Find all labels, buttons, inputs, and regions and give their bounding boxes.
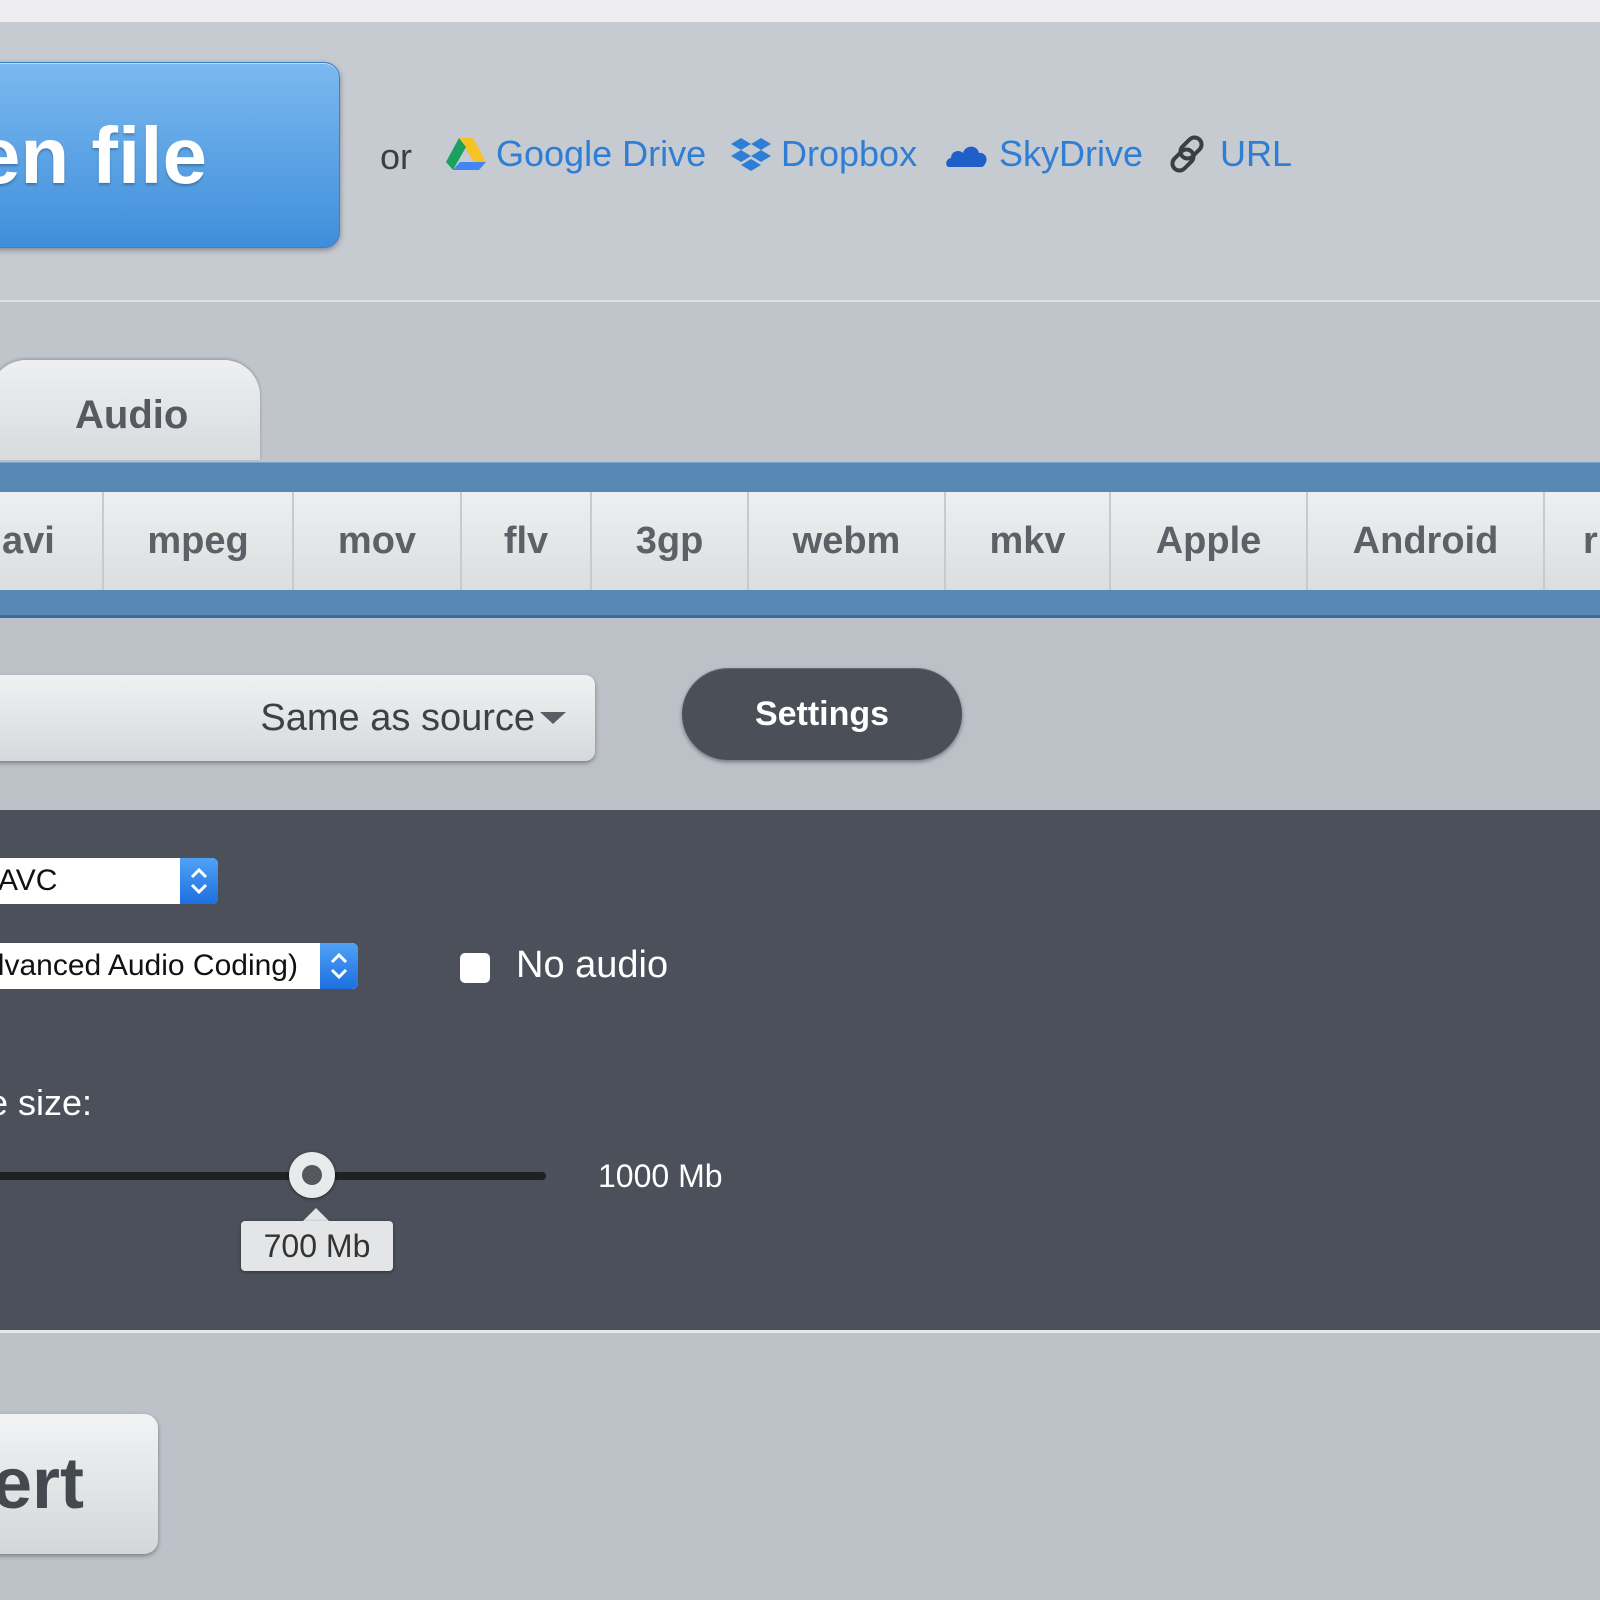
skydrive-icon [946,146,987,167]
audio-codec-value: lvanced Audio Coding) [0,949,298,982]
skydrive-link[interactable]: SkyDrive [945,132,1143,176]
format-3gp[interactable]: 3gp [592,492,749,590]
resolution-select[interactable]: Same as source [0,675,595,761]
no-audio-checkbox[interactable] [460,953,490,983]
google-drive-link[interactable]: Google Drive [446,132,706,176]
window-top-strip [0,0,1600,22]
video-codec-value: AVC [0,864,58,897]
format-mov[interactable]: mov [294,492,462,590]
format-apple[interactable]: Apple [1111,492,1308,590]
format-android[interactable]: Android [1308,492,1545,590]
tab-audio[interactable]: Audio [0,360,260,460]
no-audio-label[interactable]: No audio [516,944,668,987]
format-mkv[interactable]: mkv [946,492,1111,590]
audio-codec-select[interactable]: lvanced Audio Coding) [0,943,358,989]
file-size-max-label: 1000 Mb [598,1158,723,1194]
select-stepper-icon [320,943,358,989]
format-flv[interactable]: flv [462,492,592,590]
file-size-slider-track[interactable] [0,1172,546,1180]
link-icon [1170,135,1204,173]
or-label: or [380,136,413,177]
dropbox-link[interactable]: Dropbox [731,132,917,176]
video-codec-select[interactable]: AVC [0,858,218,904]
file-size-value: 700 Mb [241,1221,393,1271]
file-size-slider-thumb[interactable] [289,1152,335,1198]
url-link[interactable]: URL [1170,132,1292,176]
convert-button[interactable]: ert [0,1414,158,1554]
chevron-down-icon [540,712,566,724]
format-more[interactable]: r [1545,492,1600,590]
slider-tooltip-arrow [302,1208,330,1222]
format-bar: avi mpeg mov flv 3gp webm mkv Apple Andr… [0,492,1600,590]
google-drive-icon [446,138,486,170]
select-stepper-icon [180,858,218,904]
advanced-settings-panel [0,810,1600,1333]
skydrive-label: SkyDrive [999,133,1144,174]
dropbox-label: Dropbox [781,133,918,174]
convert-band [0,1333,1600,1600]
dropbox-icon [731,138,771,171]
format-webm[interactable]: webm [749,492,946,590]
google-drive-label: Google Drive [496,133,707,174]
format-avi[interactable]: avi [0,492,104,590]
open-file-button[interactable]: en file [0,62,340,248]
format-mpeg[interactable]: mpeg [104,492,294,590]
file-size-label: e size: [0,1082,93,1123]
url-label: URL [1220,133,1293,174]
settings-button[interactable]: Settings [682,668,962,760]
